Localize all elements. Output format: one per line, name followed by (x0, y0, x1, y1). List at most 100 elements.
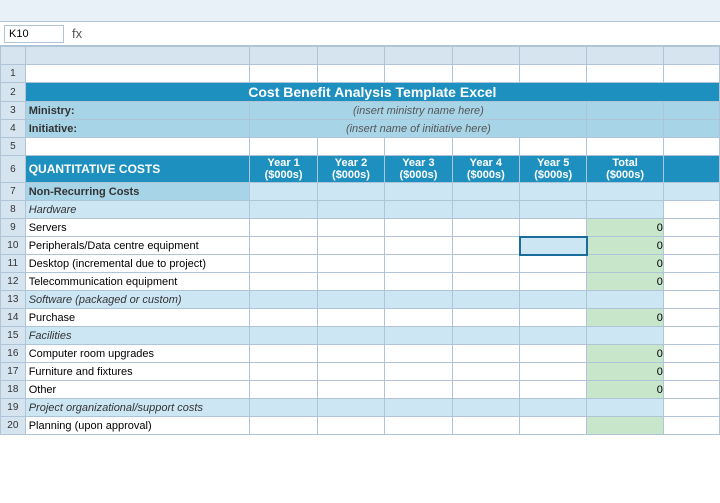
cell[interactable] (452, 183, 519, 201)
data-cell[interactable] (317, 219, 384, 237)
data-cell[interactable] (452, 255, 519, 273)
cell[interactable] (663, 381, 719, 399)
data-cell[interactable] (317, 381, 384, 399)
cell[interactable] (587, 201, 663, 219)
data-cell[interactable] (317, 255, 384, 273)
data-cell[interactable] (250, 219, 317, 237)
cell[interactable] (452, 65, 519, 83)
data-cell[interactable] (250, 309, 317, 327)
cell[interactable] (663, 201, 719, 219)
cell[interactable] (663, 138, 719, 156)
cell[interactable] (520, 201, 587, 219)
data-cell[interactable] (452, 309, 519, 327)
cell[interactable] (385, 201, 452, 219)
data-cell[interactable] (250, 237, 317, 255)
cell[interactable] (663, 120, 719, 138)
data-cell[interactable] (317, 273, 384, 291)
data-cell[interactable] (317, 237, 384, 255)
total-cell[interactable]: 0 (587, 237, 663, 255)
cell-reference-input[interactable] (4, 25, 64, 43)
data-cell[interactable] (520, 345, 587, 363)
cell[interactable] (250, 65, 317, 83)
cell[interactable] (25, 138, 250, 156)
data-cell[interactable] (520, 417, 587, 435)
col-header-a[interactable] (25, 47, 250, 65)
data-cell[interactable] (520, 219, 587, 237)
cell[interactable] (317, 65, 384, 83)
col-header-c[interactable] (317, 47, 384, 65)
data-cell[interactable] (385, 309, 452, 327)
cell[interactable] (250, 201, 317, 219)
cell[interactable] (663, 309, 719, 327)
cell[interactable] (663, 363, 719, 381)
cell[interactable] (452, 138, 519, 156)
cell[interactable] (663, 102, 719, 120)
total-cell[interactable]: 0 (587, 345, 663, 363)
data-cell[interactable] (520, 273, 587, 291)
data-cell[interactable] (452, 417, 519, 435)
cell[interactable] (520, 65, 587, 83)
data-cell[interactable] (250, 273, 317, 291)
data-cell[interactable] (520, 363, 587, 381)
cell[interactable] (385, 327, 452, 345)
cell[interactable] (663, 219, 719, 237)
cell[interactable] (250, 327, 317, 345)
cell[interactable] (663, 255, 719, 273)
data-label[interactable]: Planning (upon approval) (25, 417, 250, 435)
data-cell[interactable] (317, 345, 384, 363)
data-cell[interactable] (317, 309, 384, 327)
cell[interactable] (385, 138, 452, 156)
cell[interactable] (317, 399, 384, 417)
cell[interactable] (520, 327, 587, 345)
cell[interactable] (587, 291, 663, 309)
cell[interactable] (587, 138, 663, 156)
data-cell[interactable] (385, 237, 452, 255)
data-cell[interactable] (250, 381, 317, 399)
data-cell[interactable] (452, 273, 519, 291)
cell[interactable] (250, 399, 317, 417)
cell[interactable] (385, 291, 452, 309)
cell[interactable] (317, 138, 384, 156)
data-cell[interactable] (250, 363, 317, 381)
data-cell[interactable] (250, 417, 317, 435)
col-header-f[interactable] (520, 47, 587, 65)
data-cell[interactable] (385, 363, 452, 381)
cell[interactable] (250, 138, 317, 156)
total-cell[interactable]: 0 (587, 255, 663, 273)
cell[interactable] (452, 201, 519, 219)
cell[interactable] (663, 273, 719, 291)
total-cell[interactable]: 0 (587, 273, 663, 291)
data-cell[interactable] (385, 255, 452, 273)
cell[interactable] (587, 327, 663, 345)
cell[interactable] (663, 327, 719, 345)
cell[interactable] (663, 399, 719, 417)
cell[interactable] (587, 399, 663, 417)
cell[interactable] (520, 399, 587, 417)
data-cell[interactable] (452, 363, 519, 381)
cell[interactable] (663, 237, 719, 255)
data-cell[interactable] (520, 237, 587, 255)
data-label[interactable]: Telecommunication equipment (25, 273, 250, 291)
col-header-g[interactable] (587, 47, 663, 65)
cell[interactable] (385, 183, 452, 201)
total-cell[interactable]: 0 (587, 363, 663, 381)
cell[interactable] (452, 291, 519, 309)
cell[interactable] (587, 102, 663, 120)
data-cell[interactable] (385, 219, 452, 237)
cell[interactable] (663, 345, 719, 363)
data-cell[interactable] (317, 417, 384, 435)
data-cell[interactable] (385, 417, 452, 435)
total-cell[interactable]: 0 (587, 219, 663, 237)
data-label[interactable]: Furniture and fixtures (25, 363, 250, 381)
data-label[interactable]: Servers (25, 219, 250, 237)
cell[interactable] (385, 65, 452, 83)
cell[interactable] (317, 201, 384, 219)
cell[interactable] (520, 183, 587, 201)
cell[interactable] (663, 417, 719, 435)
col-header-e[interactable] (452, 47, 519, 65)
cell[interactable] (587, 65, 663, 83)
cell[interactable] (250, 183, 317, 201)
data-cell[interactable] (317, 363, 384, 381)
cell[interactable] (663, 156, 719, 183)
cell[interactable] (587, 120, 663, 138)
